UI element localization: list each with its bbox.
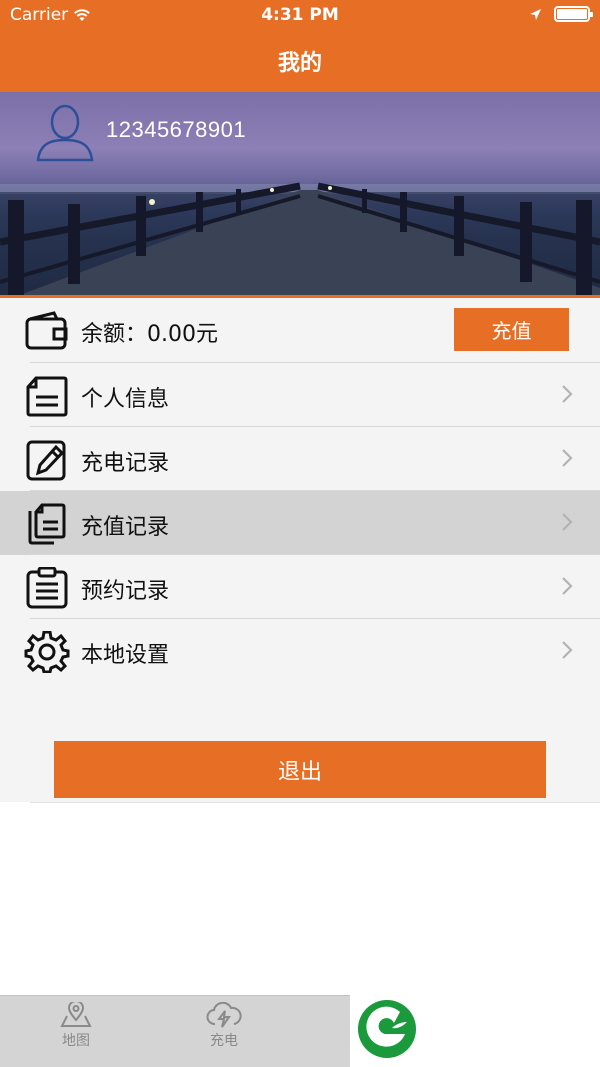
menu-item-local-settings[interactable]: 本地设置 [0,619,600,683]
chevron-right-icon [562,449,573,467]
menu-item-label: 充值记录 [81,515,170,540]
page-title: 我的 [277,51,322,76]
tab-label: 地图 [62,1033,90,1049]
copy-document-icon [28,503,66,545]
location-arrow-icon [530,8,541,20]
map-pin-icon [60,1002,92,1027]
recharge-button[interactable]: 充值 [454,308,569,351]
profile-document-icon [26,376,68,417]
balance-label: 余额：0.00元 [81,322,218,347]
chevron-right-icon [562,577,573,595]
chevron-right-icon [562,513,573,531]
cloud-charge-icon [206,1002,242,1028]
tab-label: 充电 [210,1033,238,1049]
menu-item-label: 预约记录 [81,579,170,604]
menu-item-recharge-records[interactable]: 充值记录 [0,491,600,555]
chevron-right-icon [562,385,573,403]
clipboard-icon [26,567,68,609]
battery-icon [554,6,593,22]
profile-banner: 12345678901 [0,92,600,295]
menu-item-label: 个人信息 [81,387,170,412]
menu-item-label: 充电记录 [81,451,170,476]
wallet-icon [25,311,68,350]
content-bottom-line [30,802,600,803]
chevron-right-icon [562,641,573,659]
menu-item-label: 本地设置 [81,643,170,668]
menu-item-charging-records[interactable]: 充电记录 [0,427,600,491]
status-right [529,6,593,22]
balance-row: 余额：0.00元 充值 [0,298,600,362]
menu-item-reservation-records[interactable]: 预约记录 [0,555,600,619]
app-screen: Carrier 4:31 PM 我的 12345678901 余额：0.00元 … [0,0,600,1067]
menu-panel: 余额：0.00元 充值 个人信息 充电记录 充值记录 预约记录 本地设置 退出 [0,298,600,802]
tab-charge[interactable]: 充电 [186,996,262,1067]
status-time: 4:31 PM [261,5,339,25]
app-logo-icon [358,1000,416,1058]
menu-item-personal-info[interactable]: 个人信息 [0,363,600,427]
avatar-icon[interactable] [34,100,96,162]
tab-map[interactable]: 地图 [38,996,114,1067]
logout-button[interactable]: 退出 [54,741,546,798]
account-number: 12345678901 [106,117,247,142]
header: Carrier 4:31 PM 我的 [0,0,600,92]
edit-document-icon [26,440,66,481]
gear-icon [24,631,70,673]
status-bar: Carrier 4:31 PM [0,0,600,30]
tab-bar: 地图 充电 [0,995,350,1067]
